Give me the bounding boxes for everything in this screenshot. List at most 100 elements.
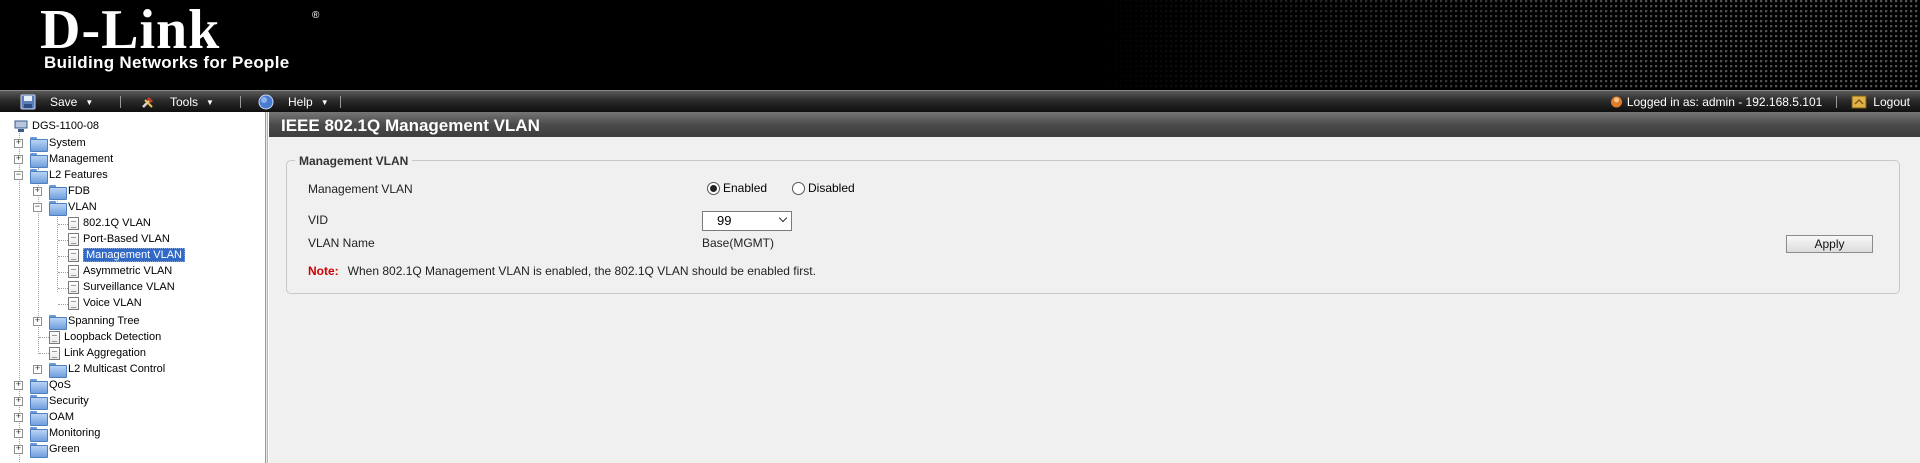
page-icon bbox=[68, 280, 79, 294]
tree-item-surveillance-vlan[interactable]: Surveillance VLAN bbox=[68, 279, 175, 295]
expand-toggle[interactable]: + bbox=[14, 381, 23, 390]
note-label: Note: bbox=[308, 264, 339, 278]
vid-label: VID bbox=[308, 213, 329, 227]
tree-item-label: Voice VLAN bbox=[83, 297, 142, 309]
disabled-radio[interactable]: Disabled bbox=[792, 181, 855, 195]
tree-line bbox=[58, 224, 68, 225]
tree-item-label: Security bbox=[49, 395, 89, 407]
tree-item-loopback-detection[interactable]: Loopback Detection bbox=[49, 329, 161, 345]
tools-icon bbox=[142, 97, 153, 108]
tree-item-label: 802.1Q VLAN bbox=[83, 217, 151, 229]
help-menu[interactable]: Help ▼ bbox=[258, 93, 329, 111]
folder-icon bbox=[49, 184, 67, 200]
tree-item-label: Management bbox=[49, 153, 114, 165]
tree-item-link-aggregation[interactable]: Link Aggregation bbox=[49, 345, 146, 361]
tree-item-system[interactable]: System bbox=[30, 135, 86, 152]
collapse-toggle[interactable]: − bbox=[33, 203, 42, 212]
enabled-radio[interactable]: Enabled bbox=[707, 181, 767, 195]
tree-item-label: Port-Based VLAN bbox=[83, 233, 170, 245]
tree-item-oam[interactable]: OAM bbox=[30, 409, 75, 426]
tree-item-label: L2 Features bbox=[49, 169, 108, 181]
header-banner: D-Link ® Building Networks for People bbox=[0, 0, 1920, 90]
logo-text: D-Link bbox=[40, 0, 221, 61]
chevron-down-icon: ▼ bbox=[320, 97, 329, 107]
tree-line bbox=[58, 272, 68, 273]
logout-button[interactable]: Logout bbox=[1851, 95, 1910, 109]
expand-toggle[interactable]: + bbox=[14, 445, 23, 454]
folder-icon bbox=[30, 152, 48, 168]
tree-item-label: OAM bbox=[49, 411, 75, 423]
tree-item-vlan[interactable]: VLAN bbox=[49, 199, 97, 216]
expand-toggle[interactable]: + bbox=[33, 317, 42, 326]
enabled-radio-label: Enabled bbox=[723, 181, 768, 195]
tree-item-label-selected: Management VLAN bbox=[83, 248, 185, 262]
tree-item-security[interactable]: Security bbox=[30, 393, 89, 410]
radio-button-selected[interactable] bbox=[707, 181, 720, 195]
chevron-down-icon: ▼ bbox=[85, 97, 94, 107]
expand-toggle[interactable]: + bbox=[14, 429, 23, 438]
folder-icon bbox=[49, 200, 67, 216]
folder-icon bbox=[30, 394, 48, 410]
tree-root-label: DGS-1100-08 bbox=[32, 120, 100, 132]
expand-toggle[interactable]: + bbox=[33, 187, 42, 196]
tree-item-l2-features[interactable]: L2 Features bbox=[30, 167, 108, 184]
page-icon bbox=[68, 296, 79, 310]
page-icon bbox=[68, 232, 79, 246]
page-title: IEEE 802.1Q Management VLAN bbox=[269, 112, 1920, 139]
tree-item-voice-vlan[interactable]: Voice VLAN bbox=[68, 295, 142, 311]
tree-item-label: Link Aggregation bbox=[64, 347, 146, 359]
tree-item-green[interactable]: Green bbox=[30, 441, 80, 458]
folder-icon bbox=[30, 136, 48, 152]
page-icon bbox=[68, 264, 79, 278]
vid-select-value: 99 bbox=[717, 213, 732, 228]
chevron-down-icon: ▼ bbox=[206, 97, 214, 107]
tree-item-label: Green bbox=[49, 443, 80, 455]
collapse-toggle[interactable]: − bbox=[14, 171, 23, 180]
radio-button[interactable] bbox=[792, 181, 805, 195]
menu-separator bbox=[120, 96, 121, 108]
tree-item-asymmetric-vlan[interactable]: Asymmetric VLAN bbox=[68, 263, 172, 279]
apply-button[interactable]: Apply bbox=[1786, 235, 1873, 253]
save-menu[interactable]: Save ▼ bbox=[20, 93, 93, 111]
folder-icon bbox=[30, 442, 48, 458]
expand-toggle[interactable]: + bbox=[14, 397, 23, 406]
page-icon bbox=[49, 330, 60, 344]
menu-bar: Save ▼ Tools ▼ Help ▼ Logged in as: admi… bbox=[0, 90, 1920, 112]
tree-item-label: QoS bbox=[49, 379, 72, 391]
tools-menu[interactable]: Tools ▼ bbox=[140, 93, 214, 111]
folder-icon bbox=[30, 410, 48, 426]
tree-item-management-vlan[interactable]: Management VLAN bbox=[68, 247, 185, 263]
tree-root[interactable]: DGS-1100-08 bbox=[14, 118, 99, 134]
tree-item-label: System bbox=[49, 137, 86, 149]
tree-item-label: VLAN bbox=[68, 201, 97, 213]
vid-select[interactable]: 99 bbox=[702, 211, 792, 231]
chevron-down-icon bbox=[778, 213, 788, 223]
folder-icon bbox=[30, 378, 48, 394]
tree-item-monitoring[interactable]: Monitoring bbox=[30, 425, 100, 442]
folder-icon bbox=[49, 314, 67, 330]
tree-item-8021q-vlan[interactable]: 802.1Q VLAN bbox=[68, 215, 151, 231]
tree-line bbox=[58, 240, 68, 241]
user-icon bbox=[1610, 96, 1622, 108]
tree-item-management[interactable]: Management bbox=[30, 151, 114, 168]
expand-toggle[interactable]: + bbox=[33, 365, 42, 374]
tree-item-port-based-vlan[interactable]: Port-Based VLAN bbox=[68, 231, 170, 247]
page-icon bbox=[68, 248, 79, 262]
tree-item-fdb[interactable]: FDB bbox=[49, 183, 90, 200]
tree-item-qos[interactable]: QoS bbox=[30, 377, 72, 394]
menu-separator bbox=[340, 96, 341, 108]
menu-separator bbox=[240, 96, 241, 108]
page-icon bbox=[68, 216, 79, 230]
disabled-radio-label: Disabled bbox=[808, 181, 855, 195]
navigation-tree: DGS-1100-08 + System + Management − L2 F… bbox=[0, 112, 266, 463]
expand-toggle[interactable]: + bbox=[14, 413, 23, 422]
note: Note: When 802.1Q Management VLAN is enab… bbox=[308, 264, 816, 278]
menu-separator bbox=[1836, 96, 1838, 108]
expand-toggle[interactable]: + bbox=[14, 155, 23, 164]
dlink-logo: D-Link ® Building Networks for People bbox=[40, 2, 340, 78]
tree-item-l2-multicast-control[interactable]: L2 Multicast Control bbox=[49, 361, 165, 378]
tree-item-spanning-tree[interactable]: Spanning Tree bbox=[49, 313, 140, 330]
pane-splitter[interactable] bbox=[266, 112, 268, 463]
tree-item-label: Asymmetric VLAN bbox=[83, 265, 173, 277]
expand-toggle[interactable]: + bbox=[14, 139, 23, 148]
